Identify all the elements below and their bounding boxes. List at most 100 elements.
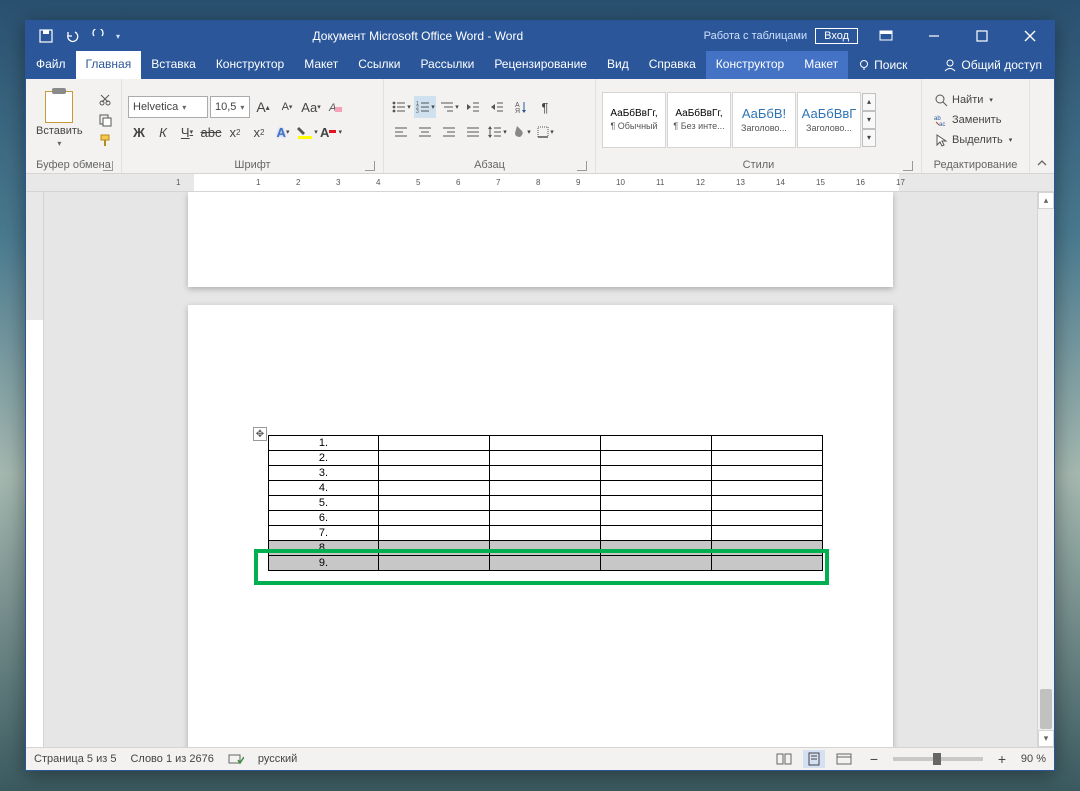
table-cell[interactable]	[379, 481, 490, 496]
read-mode-icon[interactable]	[773, 750, 795, 768]
grow-font-icon[interactable]: A▴	[252, 96, 274, 118]
table-cell[interactable]	[490, 451, 601, 466]
table-row[interactable]: 6.	[269, 511, 823, 526]
table-cell[interactable]	[712, 496, 823, 511]
table-cell[interactable]: 3.	[269, 466, 379, 481]
table-cell[interactable]	[712, 466, 823, 481]
close-button[interactable]	[1010, 22, 1050, 50]
strikethrough-button[interactable]: abc	[200, 121, 222, 143]
table-cell[interactable]: 9.	[269, 556, 379, 571]
styles-expand[interactable]: ▾	[862, 129, 876, 147]
table-cell[interactable]	[601, 451, 712, 466]
font-color-icon[interactable]: A▾	[320, 121, 342, 143]
word-count[interactable]: Слово 1 из 2676	[130, 753, 213, 765]
tab-table-design[interactable]: Конструктор	[706, 51, 794, 79]
style-item-2[interactable]: АаБбВ!Заголово...	[732, 92, 796, 148]
scroll-down-icon[interactable]: ▾	[1038, 730, 1054, 747]
table-cell[interactable]	[601, 496, 712, 511]
bold-button[interactable]: Ж	[128, 121, 150, 143]
web-layout-icon[interactable]	[833, 750, 855, 768]
table-row[interactable]: 4.	[269, 481, 823, 496]
table-move-handle[interactable]: ✥	[253, 427, 267, 441]
share-button[interactable]: Общий доступ	[931, 51, 1054, 79]
shading-icon[interactable]: ▾	[510, 121, 532, 143]
clear-formatting-icon[interactable]: A	[324, 96, 346, 118]
style-item-3[interactable]: АаБбВвГЗаголово...	[797, 92, 861, 148]
table-cell[interactable]	[379, 436, 490, 451]
styles-scroll-down[interactable]: ▾	[862, 111, 876, 129]
table-cell[interactable]	[601, 541, 712, 556]
table-cell[interactable]	[379, 466, 490, 481]
tab-insert[interactable]: Вставка	[141, 51, 206, 79]
horizontal-ruler[interactable]: 11234567891011121314151617	[26, 174, 1054, 192]
table-cell[interactable]	[490, 466, 601, 481]
qat-dropdown-icon[interactable]: ▾	[112, 24, 124, 48]
page-status[interactable]: Страница 5 из 5	[34, 753, 116, 765]
redo-icon[interactable]	[86, 24, 110, 48]
zoom-slider[interactable]	[893, 757, 983, 761]
table-row[interactable]: 1.	[269, 436, 823, 451]
font-name-combo[interactable]: Helvetica▾	[128, 96, 208, 118]
table-cell[interactable]	[379, 511, 490, 526]
table-row[interactable]: 9.	[269, 556, 823, 571]
numbering-icon[interactable]: 123▾	[414, 96, 436, 118]
table-cell[interactable]	[490, 526, 601, 541]
tab-home[interactable]: Главная	[76, 51, 142, 79]
tell-me-search[interactable]: Поиск	[848, 51, 917, 79]
zoom-level[interactable]: 90 %	[1021, 753, 1046, 765]
font-size-combo[interactable]: 10,5▾	[210, 96, 250, 118]
styles-scroll-up[interactable]: ▴	[862, 93, 876, 111]
save-icon[interactable]	[34, 24, 58, 48]
table-cell[interactable]	[379, 526, 490, 541]
underline-button[interactable]: Ч▾	[176, 121, 198, 143]
page-current[interactable]: ✥ 1.2.3.4.5.6.7.8.9.	[188, 305, 893, 747]
table-cell[interactable]	[379, 451, 490, 466]
format-painter-icon[interactable]	[95, 131, 115, 149]
spellcheck-icon[interactable]	[228, 752, 244, 766]
tab-mailings[interactable]: Рассылки	[410, 51, 484, 79]
minimize-button[interactable]	[914, 22, 954, 50]
copy-icon[interactable]	[95, 111, 115, 129]
align-right-icon[interactable]	[438, 121, 460, 143]
table-cell[interactable]	[712, 526, 823, 541]
scroll-up-icon[interactable]: ▴	[1038, 192, 1054, 209]
tab-review[interactable]: Рецензирование	[484, 51, 597, 79]
table-cell[interactable]	[490, 436, 601, 451]
cut-icon[interactable]	[95, 91, 115, 109]
table-row[interactable]: 3.	[269, 466, 823, 481]
zoom-out-button[interactable]: −	[863, 750, 885, 768]
increase-indent-icon[interactable]	[486, 96, 508, 118]
replace-button[interactable]: abacЗаменить	[932, 111, 1014, 129]
document-table[interactable]: 1.2.3.4.5.6.7.8.9.	[268, 435, 823, 571]
table-cell[interactable]	[490, 511, 601, 526]
vertical-scrollbar[interactable]: ▴ ▾	[1037, 192, 1054, 747]
highlight-icon[interactable]: ▾	[296, 121, 318, 143]
select-button[interactable]: Выделить▾	[932, 131, 1014, 149]
table-cell[interactable]	[601, 526, 712, 541]
table-row[interactable]: 7.	[269, 526, 823, 541]
table-cell[interactable]	[712, 556, 823, 571]
tab-help[interactable]: Справка	[639, 51, 706, 79]
table-cell[interactable]	[601, 481, 712, 496]
italic-button[interactable]: К	[152, 121, 174, 143]
clipboard-dialog-launcher[interactable]	[103, 161, 113, 171]
style-item-1[interactable]: АаБбВвГг,¶ Без инте...	[667, 92, 731, 148]
tab-table-layout[interactable]: Макет	[794, 51, 848, 79]
multilevel-list-icon[interactable]: ▾	[438, 96, 460, 118]
table-cell[interactable]	[712, 436, 823, 451]
table-cell[interactable]	[490, 541, 601, 556]
sort-icon[interactable]: AЯ	[510, 96, 532, 118]
table-cell[interactable]: 7.	[269, 526, 379, 541]
table-cell[interactable]	[379, 496, 490, 511]
table-cell[interactable]: 5.	[269, 496, 379, 511]
line-spacing-icon[interactable]: ▾	[486, 121, 508, 143]
table-row[interactable]: 8.	[269, 541, 823, 556]
superscript-button[interactable]: x2	[248, 121, 270, 143]
print-layout-icon[interactable]	[803, 750, 825, 768]
scroll-thumb[interactable]	[1040, 689, 1052, 729]
bullets-icon[interactable]: ▾	[390, 96, 412, 118]
ribbon-options-icon[interactable]	[866, 22, 906, 50]
table-cell[interactable]	[490, 481, 601, 496]
paste-button[interactable]: Вставить ▾	[32, 89, 87, 150]
show-marks-icon[interactable]: ¶	[534, 96, 556, 118]
